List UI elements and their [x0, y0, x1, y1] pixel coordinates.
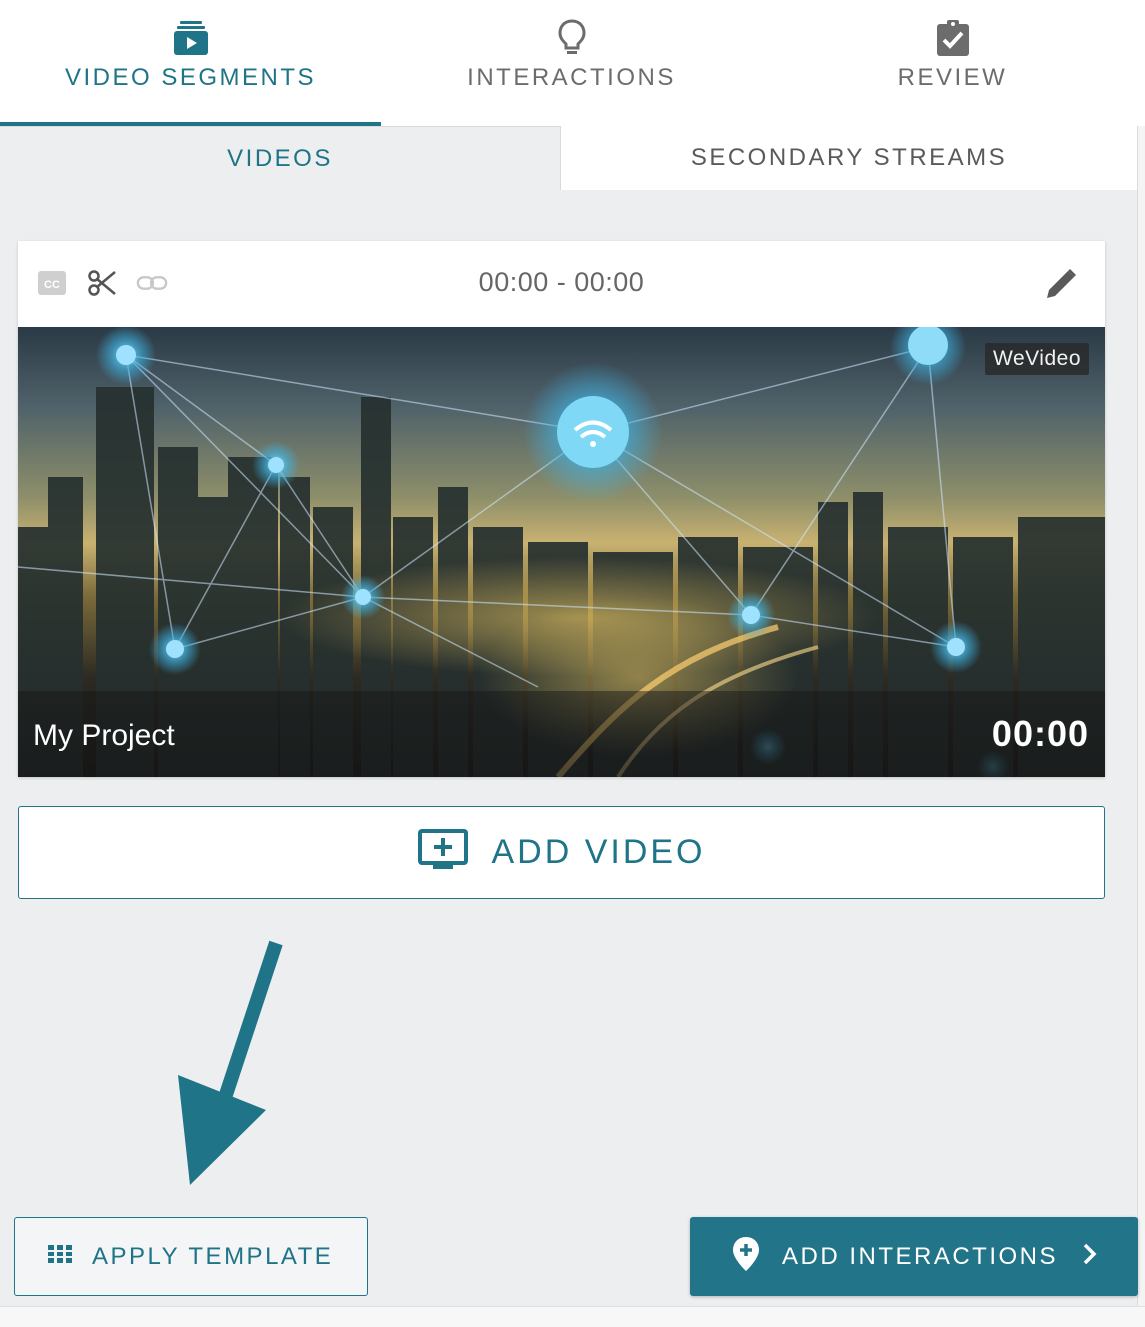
- grid-icon: [48, 1245, 72, 1268]
- sub-tab-bar: VIDEOS SECONDARY STREAMS: [0, 126, 1137, 190]
- tab-label: REVIEW: [897, 64, 1008, 91]
- video-duration: 00:00: [991, 713, 1089, 754]
- tab-videos[interactable]: VIDEOS: [0, 126, 561, 190]
- video-segment-card: CC 00:00 - 00:00 WeVideo My Project 00:0…: [18, 241, 1105, 777]
- clipboard-check-icon: [935, 18, 971, 58]
- scrollbar[interactable]: [1137, 126, 1145, 1306]
- tab-secondary-streams[interactable]: SECONDARY STREAMS: [561, 126, 1137, 190]
- add-interactions-button[interactable]: ADD INTERACTIONS: [690, 1217, 1138, 1296]
- time-range: 00:00 - 00:00: [478, 267, 645, 297]
- video-stack-icon: [172, 18, 210, 58]
- add-video-label: ADD VIDEO: [491, 833, 706, 871]
- add-location-pin-icon: [732, 1236, 760, 1277]
- top-tab-bar: VIDEO SEGMENTS INTERACTIONS REVIEW: [0, 0, 1145, 126]
- pencil-icon[interactable]: [1043, 266, 1079, 302]
- tab-label: INTERACTIONS: [467, 64, 676, 91]
- tab-review[interactable]: REVIEW: [762, 0, 1143, 126]
- card-toolbar: CC 00:00 - 00:00: [18, 241, 1105, 327]
- tab-label: VIDEO SEGMENTS: [64, 64, 317, 91]
- wevideo-watermark: WeVideo: [985, 343, 1089, 375]
- project-title: My Project: [33, 719, 175, 752]
- lightbulb-icon: [557, 18, 587, 58]
- caption-bar: My Project 00:00: [18, 691, 1105, 777]
- tab-interactions[interactable]: INTERACTIONS: [381, 0, 762, 126]
- add-to-screen-icon: [417, 828, 469, 877]
- arrow-icon: [178, 940, 283, 1185]
- add-video-button[interactable]: ADD VIDEO: [18, 806, 1105, 899]
- add-interactions-label: ADD INTERACTIONS: [782, 1242, 1059, 1270]
- tab-video-segments[interactable]: VIDEO SEGMENTS: [0, 0, 381, 126]
- bottom-strip: [0, 1306, 1145, 1327]
- apply-template-label: APPLY TEMPLATE: [92, 1242, 334, 1270]
- video-thumbnail[interactable]: WeVideo My Project 00:00: [18, 327, 1105, 777]
- chevron-right-icon: [1082, 1242, 1098, 1271]
- apply-template-button[interactable]: APPLY TEMPLATE: [14, 1217, 368, 1296]
